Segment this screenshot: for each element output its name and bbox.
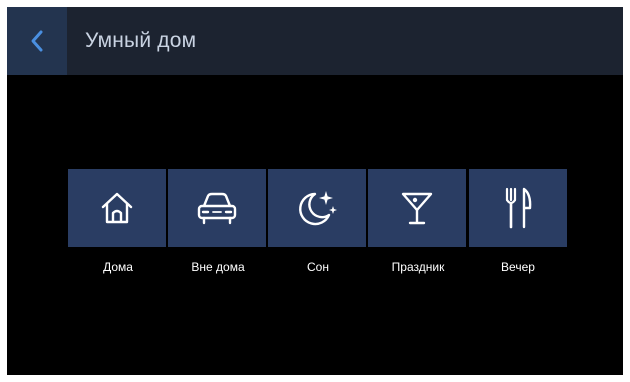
moon-stars-icon <box>295 188 339 228</box>
chevron-left-icon <box>29 29 45 53</box>
back-button[interactable] <box>7 7 67 75</box>
scene-sleep[interactable]: Сон <box>268 169 368 274</box>
top-bar: Умный дом <box>7 7 623 75</box>
page-title: Умный дом <box>85 29 197 52</box>
scene-home-label: Дома <box>103 260 133 274</box>
scene-evening[interactable]: Вечер <box>468 169 568 274</box>
cocktail-icon <box>397 188 437 228</box>
scene-away-label: Вне дома <box>191 260 245 274</box>
scene-evening-tile[interactable] <box>469 169 567 247</box>
scene-party[interactable]: Праздник <box>368 169 468 274</box>
scene-home[interactable]: Дома <box>68 169 168 274</box>
scene-sleep-label: Сон <box>307 260 329 274</box>
scene-list: Дома Вне дома Сон Праздник Вечер <box>68 169 568 274</box>
scene-away-tile[interactable] <box>168 169 266 247</box>
scene-party-tile[interactable] <box>368 169 466 247</box>
scene-evening-label: Вечер <box>501 260 535 274</box>
scene-home-tile[interactable] <box>68 169 166 247</box>
scene-away[interactable]: Вне дома <box>168 169 268 274</box>
home-icon <box>97 188 137 228</box>
car-icon <box>194 188 240 228</box>
smart-home-screen: Умный дом Дома Вне дома Сон Праздник Веч… <box>7 7 623 375</box>
fork-knife-icon <box>500 186 536 230</box>
scene-party-label: Праздник <box>391 260 445 274</box>
scene-sleep-tile[interactable] <box>268 169 366 247</box>
